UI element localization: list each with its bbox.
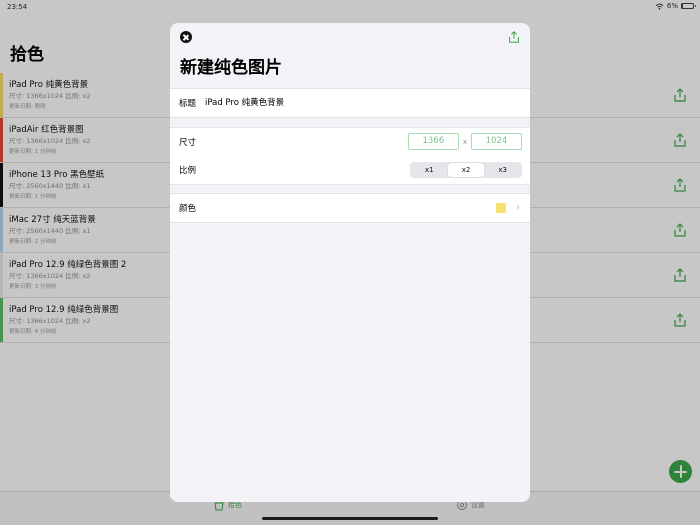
scale-option-x3[interactable]: x3 [484, 163, 521, 177]
title-field[interactable]: iPad Pro 纯黄色背景 [205, 89, 284, 117]
battery-fill [682, 4, 683, 8]
size-group: 尺寸 1366 x 1024 比例 x1 x2 x3 [170, 127, 530, 185]
title-row: 标题 iPad Pro 纯黄色背景 [170, 89, 530, 117]
color-label: 颜色 [179, 204, 197, 214]
height-field[interactable]: 1024 [471, 133, 522, 150]
scale-option-x2[interactable]: x2 [447, 163, 485, 177]
status-time: 23:54 [7, 3, 28, 11]
title-group: 标题 iPad Pro 纯黄色背景 [170, 88, 530, 118]
sheet-title: 新建纯色图片 [180, 58, 282, 78]
wifi-icon [655, 3, 664, 10]
size-separator: x [462, 137, 467, 146]
color-row[interactable]: 颜色 › [170, 194, 530, 222]
new-image-sheet: 新建纯色图片 标题 iPad Pro 纯黄色背景 尺寸 1366 x 1024 … [170, 23, 530, 502]
scale-segmented-control: x1 x2 x3 [410, 162, 522, 178]
size-row: 尺寸 1366 x 1024 [170, 128, 530, 156]
size-label: 尺寸 [179, 138, 197, 148]
color-swatch [496, 203, 506, 213]
color-group: 颜色 › [170, 193, 530, 223]
battery-percent: 6% [666, 2, 678, 10]
scale-option-x1[interactable]: x1 [411, 163, 448, 177]
chevron-right-icon: › [516, 203, 520, 213]
scale-row: 比例 x1 x2 x3 [170, 156, 530, 184]
close-icon[interactable] [180, 31, 192, 43]
status-bar: 23:54 6% [0, 0, 700, 14]
battery-icon [681, 3, 696, 9]
home-indicator [262, 517, 438, 520]
width-field[interactable]: 1366 [407, 133, 459, 150]
share-icon[interactable] [507, 30, 521, 44]
title-label: 标题 [179, 99, 197, 109]
scale-label: 比例 [179, 166, 197, 176]
